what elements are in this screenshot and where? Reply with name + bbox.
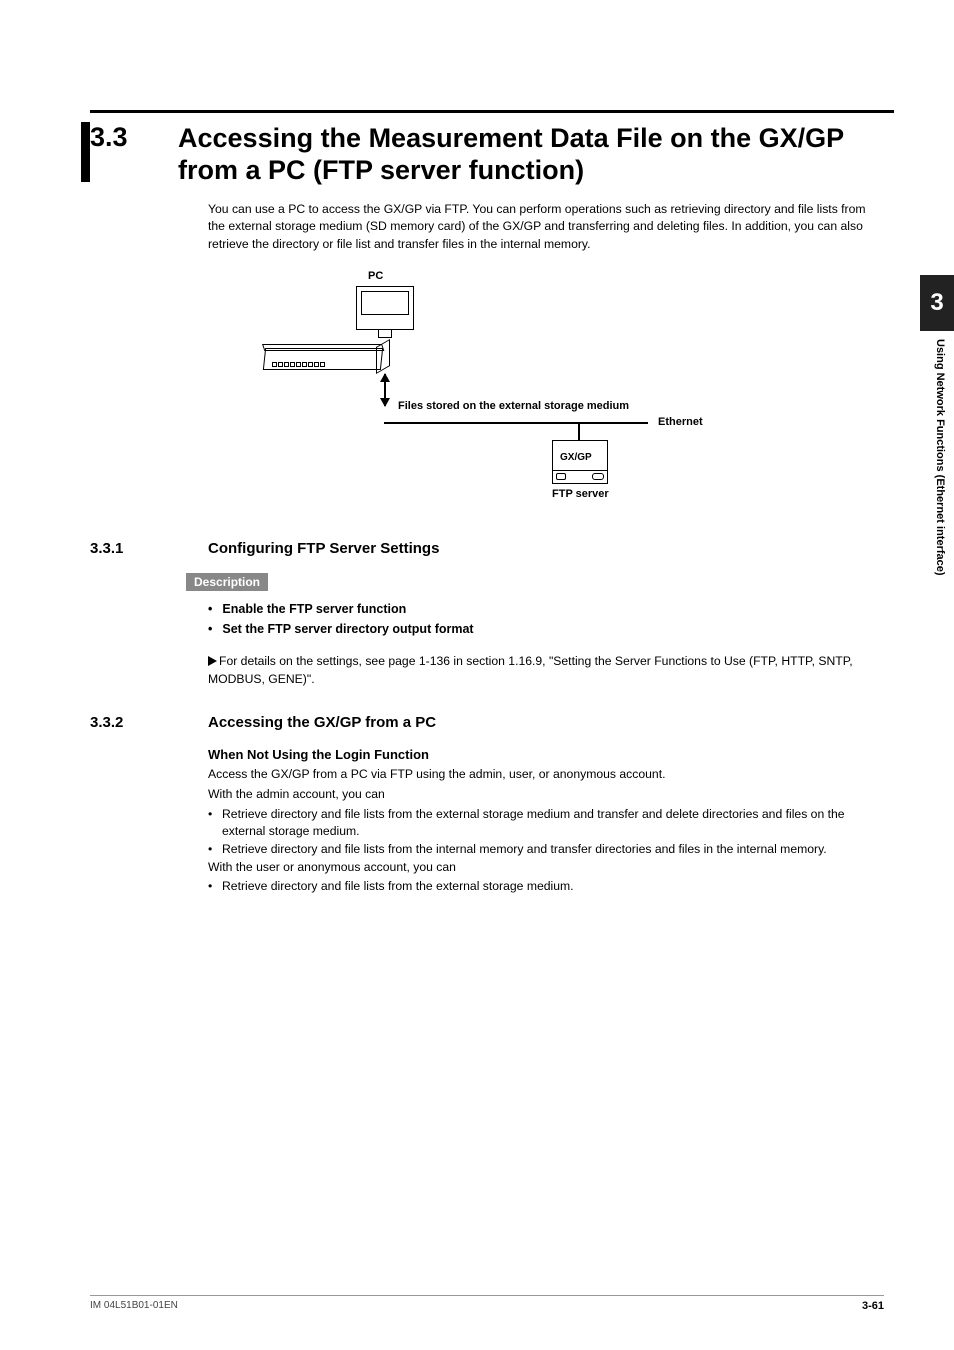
side-chapter-labelbox: Using Network Functions (Ethernet interf… xyxy=(920,331,954,701)
admin-capabilities: Retrieve directory and file lists from t… xyxy=(208,806,884,859)
title-rule xyxy=(90,110,894,113)
files-label: Files stored on the external storage med… xyxy=(398,400,629,412)
section-title-block: 3.3 Accessing the Measurement Data File … xyxy=(90,110,884,187)
access-paragraph: Access the GX/GP from a PC via FTP using… xyxy=(208,766,884,784)
admin-intro: With the admin account, you can xyxy=(208,786,884,804)
section-title: Accessing the Measurement Data File on t… xyxy=(178,122,884,187)
page-number: 3-61 xyxy=(862,1300,884,1312)
intro-paragraph: You can use a PC to access the GX/GP via… xyxy=(208,201,868,254)
subsection-332-number: 3.3.2 xyxy=(90,714,208,731)
page-footer: IM 04L51B01-01EN 3-61 xyxy=(90,1295,884,1312)
description-bullets: Enable the FTP server function Set the F… xyxy=(208,599,884,639)
doc-id: IM 04L51B01-01EN xyxy=(90,1300,178,1312)
page: 3 Using Network Functions (Ethernet inte… xyxy=(0,0,954,1350)
admin-cap-1: Retrieve directory and file lists from t… xyxy=(208,806,884,841)
reference-arrow-icon xyxy=(208,656,217,666)
subsection-331-title: Configuring FTP Server Settings xyxy=(208,540,439,557)
content-area: You can use a PC to access the GX/GP via… xyxy=(208,201,884,896)
subsection-332-header: 3.3.2 Accessing the GX/GP from a PC xyxy=(90,714,884,731)
pc-stand-icon xyxy=(378,330,392,338)
pc-label: PC xyxy=(368,270,383,282)
gxgp-device-label: GX/GP xyxy=(560,452,592,463)
ethernet-drop-icon xyxy=(578,422,580,440)
admin-cap-2: Retrieve directory and file lists from t… xyxy=(208,841,884,859)
description-badge: Description xyxy=(186,573,268,591)
side-chapter-tab: 3 Using Network Functions (Ethernet inte… xyxy=(920,275,954,701)
ftp-server-label: FTP server xyxy=(552,488,609,500)
section-number: 3.3 xyxy=(90,122,178,153)
pc-monitor-icon xyxy=(356,286,414,330)
pc-keys-icon xyxy=(272,354,352,362)
reference-text: For details on the settings, see page 1-… xyxy=(208,654,853,686)
gxgp-slot-icon xyxy=(552,470,608,480)
subsection-332-title: Accessing the GX/GP from a PC xyxy=(208,714,436,731)
network-diagram: PC Files stored on the external storage … xyxy=(238,270,818,510)
bullet-enable-ftp: Enable the FTP server function xyxy=(208,599,884,619)
user-cap-1: Retrieve directory and file lists from t… xyxy=(208,878,884,896)
ethernet-line-icon xyxy=(384,422,648,424)
title-left-bar xyxy=(81,122,90,182)
user-capabilities: Retrieve directory and file lists from t… xyxy=(208,878,884,896)
reference-paragraph: For details on the settings, see page 1-… xyxy=(208,653,884,688)
side-chapter-label: Using Network Functions (Ethernet interf… xyxy=(934,339,946,576)
subsection-331-header: 3.3.1 Configuring FTP Server Settings xyxy=(90,540,884,557)
ethernet-label: Ethernet xyxy=(658,416,703,428)
user-intro: With the user or anonymous account, you … xyxy=(208,859,884,877)
subsection-331-number: 3.3.1 xyxy=(90,540,208,557)
when-not-login-heading: When Not Using the Login Function xyxy=(208,747,884,762)
bidirectional-arrow-icon xyxy=(384,374,386,406)
bullet-set-format: Set the FTP server directory output form… xyxy=(208,619,884,639)
side-chapter-number: 3 xyxy=(920,275,954,331)
